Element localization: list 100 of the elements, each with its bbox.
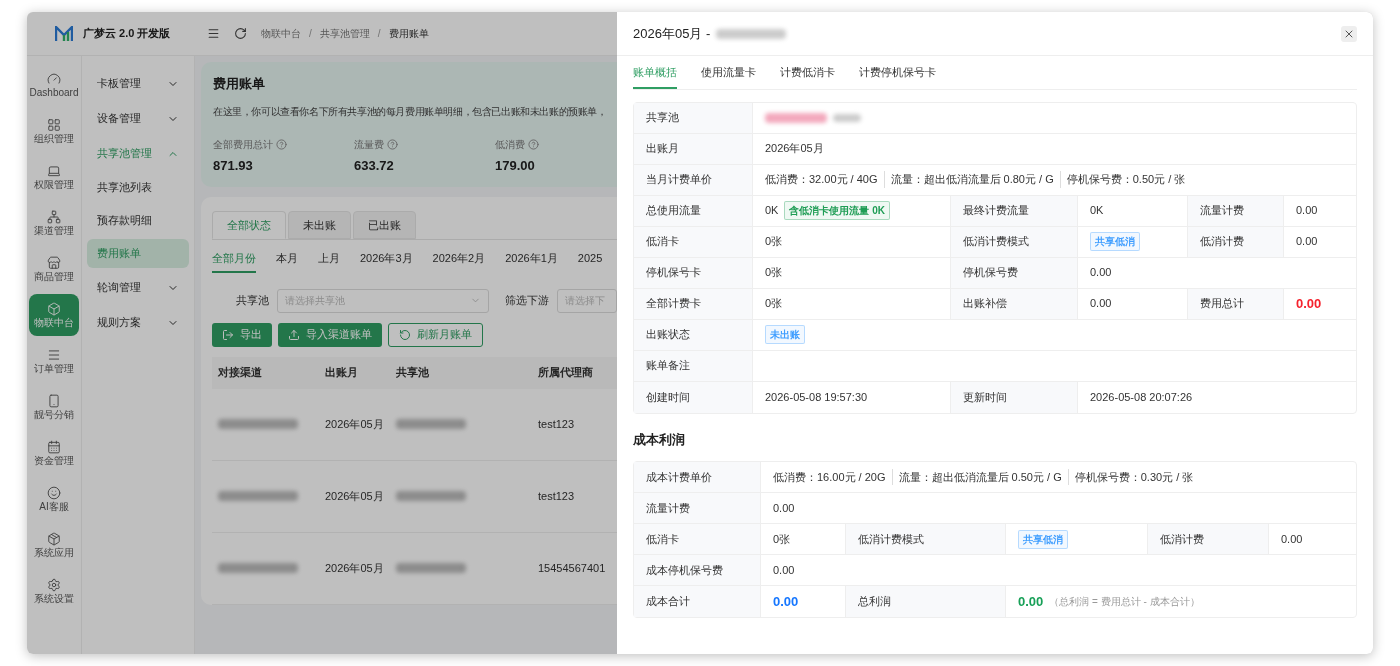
action-button[interactable]: 刷新月账单 [388, 322, 483, 347]
rail-item[interactable]: 系统设置 [29, 570, 79, 612]
redacted-text [716, 28, 787, 39]
status-tab[interactable]: 已出账 [353, 211, 416, 239]
menu-icon[interactable] [207, 27, 220, 40]
field-value: 0.00 [1090, 296, 1112, 312]
rail-item[interactable]: 资金管理 [29, 432, 79, 474]
export-icon [222, 328, 234, 341]
field-label: 成本合计 [634, 586, 761, 617]
laptop-icon [47, 164, 61, 178]
field-value: 0K [1090, 203, 1104, 219]
rail-item[interactable]: 物联中台 [29, 294, 79, 336]
drawer-tab[interactable]: 使用流量卡 [701, 64, 756, 89]
field-label: 低消计费 [1148, 524, 1269, 554]
action-button[interactable]: 导入渠道账单 [278, 322, 382, 347]
breadcrumb-link[interactable]: 物联中台 [261, 26, 301, 41]
rail-item[interactable]: 权限管理 [29, 156, 79, 198]
menu-group[interactable]: 共享池管理 [87, 136, 189, 171]
section-title: 成本利润 [633, 430, 686, 449]
phone-icon [47, 394, 61, 408]
rail-label: Dashboard [29, 88, 79, 98]
list-icon [47, 348, 61, 362]
table-cell-text: 15454567401 [538, 560, 606, 576]
menu-item[interactable]: 预存款明细 [87, 206, 189, 235]
rail-label: 权限管理 [34, 180, 74, 190]
field-label: 出账补偿 [951, 288, 1078, 319]
rail-item[interactable]: 订单管理 [29, 340, 79, 382]
status-tag: 共享低消 [1090, 232, 1140, 251]
month-tab[interactable]: 2026年3月 [360, 250, 413, 273]
rail-label: 组织管理 [34, 134, 74, 144]
breadcrumb-separator: / [377, 27, 381, 41]
filter-label: 筛选下游 [505, 293, 549, 309]
rail-item[interactable]: Dashboard [29, 64, 79, 106]
grid-icon [47, 118, 61, 132]
status-tab[interactable]: 未出账 [288, 211, 351, 239]
rail-item[interactable]: 渠道管理 [29, 202, 79, 244]
field-value: 0.00 [773, 592, 799, 611]
breadcrumb-link[interactable]: 共享池管理 [319, 26, 370, 41]
calendar-icon [47, 440, 61, 454]
price-item: 流量：超出低消流量后 0.50元 / G [898, 468, 1069, 486]
month-tab[interactable]: 2025 [577, 250, 603, 273]
field-label: 费用总计 [1188, 288, 1284, 319]
field-value: 0.00 [1296, 203, 1318, 219]
redacted-text [396, 419, 466, 429]
smile-icon [47, 486, 61, 500]
page-title: 费用账单 [213, 75, 265, 93]
price-item: 停机保号费：0.50元 / 张 [1066, 172, 1187, 188]
table-cell-text: 2026年05月 [325, 560, 384, 576]
column-header: 出账月 [325, 365, 358, 381]
rail-label: AI客服 [39, 502, 69, 512]
menu-group[interactable]: 规则方案 [87, 305, 189, 340]
breadcrumb-separator: / [309, 27, 312, 41]
menu-group[interactable]: 设备管理 [87, 101, 189, 136]
status-tag: 共享低消 [1018, 529, 1068, 549]
field-label: 更新时间 [951, 381, 1078, 413]
settings-icon [47, 578, 61, 592]
refresh-icon[interactable] [234, 27, 247, 40]
rail-label: 订单管理 [34, 364, 74, 374]
status-tab[interactable]: 全部状态 [212, 211, 286, 239]
menu-group[interactable]: 卡板管理 [87, 66, 189, 101]
field-label: 出账月 [634, 133, 753, 164]
field-value: 2026年05月 [765, 141, 824, 157]
menu-item[interactable]: 共享池列表 [87, 173, 189, 202]
month-tab[interactable]: 上月 [318, 250, 340, 273]
refresh-icon [399, 328, 411, 341]
redacted-text [396, 491, 466, 501]
month-tab[interactable]: 2026年1月 [505, 250, 558, 273]
column-header: 共享池 [396, 365, 429, 381]
drawer-tab[interactable]: 计费低消卡 [780, 64, 835, 89]
field-label: 总利润 [846, 586, 1006, 617]
action-button[interactable]: 导出 [212, 322, 272, 347]
store-icon [47, 256, 61, 270]
rail-label: 物联中台 [34, 318, 74, 328]
rail-item[interactable]: AI客服 [29, 478, 79, 520]
drawer-tab[interactable]: 计费停机保号卡 [859, 64, 936, 89]
field-value: 0张 [765, 234, 783, 250]
field-value: 0.00 [1296, 294, 1322, 313]
rail-item[interactable]: 商品管理 [29, 248, 79, 290]
field-label: 成本停机保号费 [634, 555, 761, 585]
month-tab[interactable]: 本月 [276, 250, 298, 273]
rail-item[interactable]: 靓号分销 [29, 386, 79, 428]
close-button[interactable] [1341, 25, 1357, 42]
field-label: 低消卡 [634, 226, 753, 257]
field-label: 最终计费流量 [951, 195, 1078, 226]
month-tab[interactable]: 2026年2月 [432, 250, 486, 273]
stat-value: 179.00 [495, 156, 536, 175]
field-value: 2026-05-08 20:07:26 [1090, 389, 1193, 405]
menu-group[interactable]: 轮询管理 [87, 270, 189, 305]
column-header: 所属代理商 [538, 365, 593, 381]
rail-label: 商品管理 [34, 272, 74, 282]
field-value: 2026-05-08 19:57:30 [765, 389, 868, 405]
field-label: 共享池 [634, 102, 753, 133]
table-cell-text: 2026年05月 [325, 488, 384, 504]
month-tab[interactable]: 全部月份 [212, 250, 256, 273]
rail-item[interactable]: 系统应用 [29, 524, 79, 566]
drawer-tab[interactable]: 账单概括 [633, 64, 677, 89]
rail-item[interactable]: 组织管理 [29, 110, 79, 152]
stat-value: 633.72 [354, 156, 395, 175]
gauge-icon [47, 72, 61, 86]
formula-note: （总利润 = 费用总计 - 成本合计） [1049, 595, 1200, 609]
